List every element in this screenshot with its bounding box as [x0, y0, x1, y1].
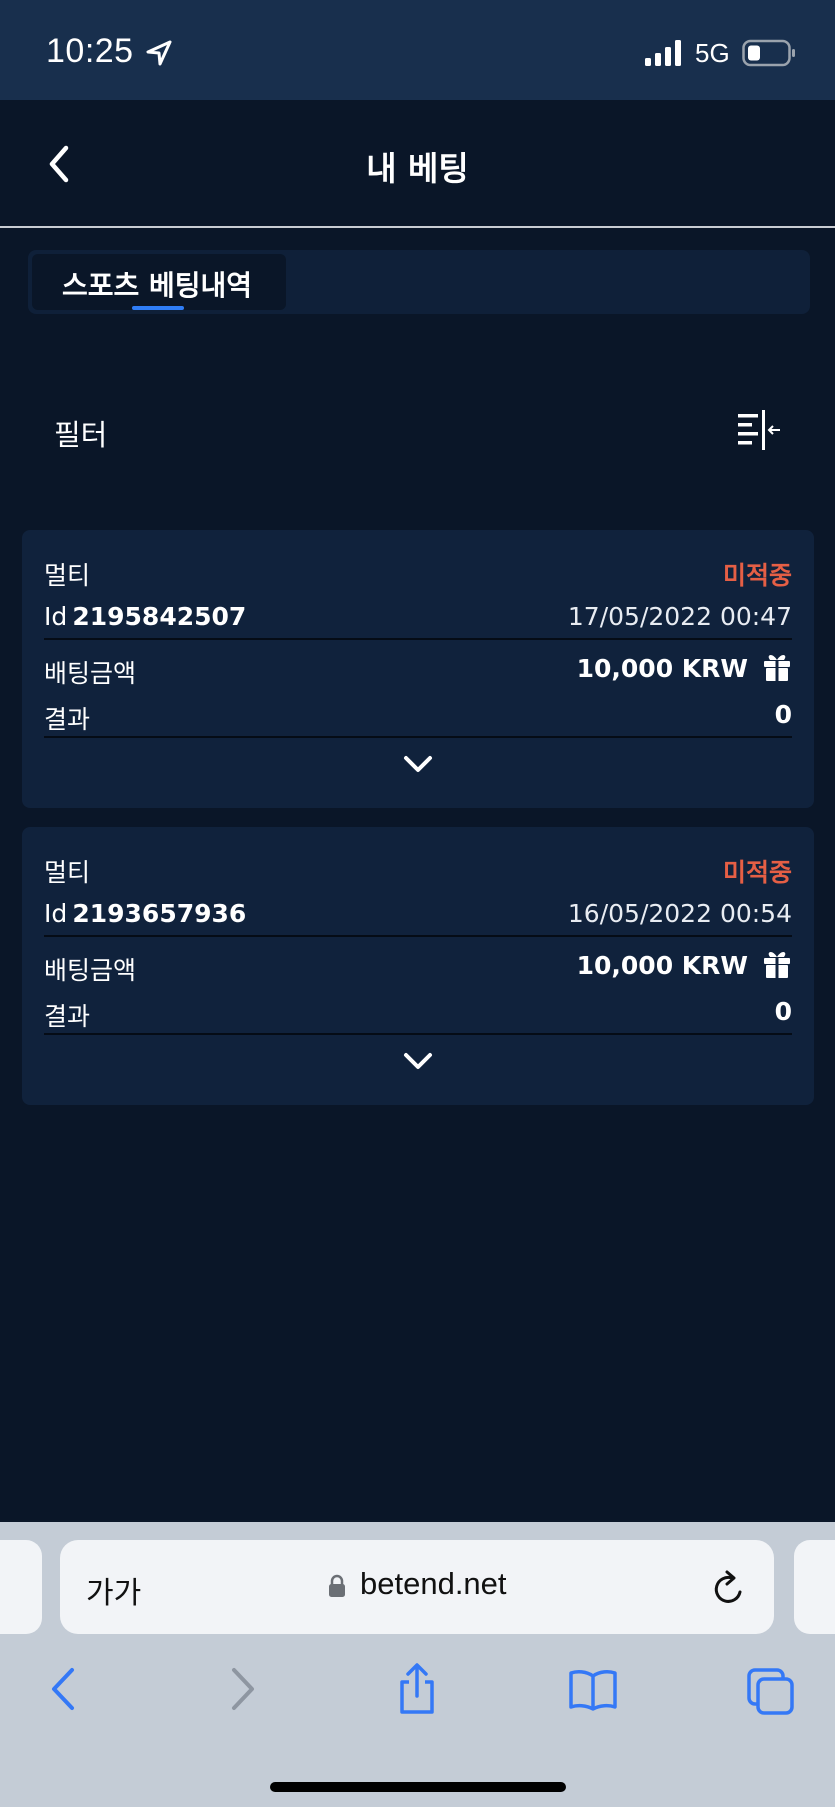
stake-label: 배팅금액 — [44, 956, 137, 985]
bet-date: 16/05/2022 00:54 — [567, 899, 792, 928]
page-title: 내 베팅 — [366, 149, 469, 188]
text-size-button[interactable]: 가가 — [86, 1568, 141, 1612]
stake-value: 10,000 KRW — [576, 951, 748, 980]
bet-card: 멀티 미적중 Id 2193657936 16/05/2022 00:54 배팅… — [22, 827, 814, 1105]
status-time: 10:25 — [46, 32, 134, 70]
tabs-icon[interactable] — [746, 1662, 796, 1716]
tab-active-indicator — [132, 306, 184, 310]
tab-label: 스포츠 베팅내역 — [62, 269, 253, 302]
expand-chevron-icon[interactable] — [400, 1047, 436, 1075]
status-bar: 10:25 5G — [0, 0, 835, 100]
result-label: 결과 — [44, 705, 91, 734]
bet-status: 미적중 — [722, 858, 792, 887]
bet-id: Id 2193657936 — [44, 899, 246, 928]
divider — [44, 638, 792, 640]
address-bar[interactable]: 가가 betend.net — [60, 1540, 774, 1634]
divider — [44, 935, 792, 937]
result-value: 0 — [774, 997, 792, 1026]
forward-arrow-icon[interactable] — [218, 1662, 268, 1716]
expand-chevron-icon[interactable] — [400, 750, 436, 778]
app-header: 내 베팅 — [0, 100, 835, 228]
network-label: 5G — [695, 38, 730, 68]
back-arrow-icon[interactable] — [38, 1662, 88, 1716]
tab-sports-history[interactable]: 스포츠 베팅내역 — [32, 254, 286, 310]
filter-collapse-icon[interactable] — [736, 410, 782, 452]
reload-icon[interactable] — [710, 1568, 748, 1608]
browser-toolbar: 가가 betend.net — [0, 1522, 835, 1807]
gift-icon — [764, 952, 790, 978]
signal-bars-icon — [645, 40, 681, 66]
home-indicator — [270, 1782, 566, 1792]
url-text: betend.net — [360, 1566, 507, 1601]
next-tab-preview[interactable] — [794, 1540, 835, 1634]
bet-card: 멀티 미적중 Id 2195842507 17/05/2022 00:47 배팅… — [22, 530, 814, 808]
bet-id: Id 2195842507 — [44, 602, 246, 631]
bet-date: 17/05/2022 00:47 — [567, 602, 792, 631]
filter-label: 필터 — [54, 418, 108, 452]
bet-id-value: 2195842507 — [72, 602, 247, 631]
share-icon[interactable] — [392, 1662, 442, 1716]
bet-type: 멀티 — [44, 858, 91, 887]
stake-label: 배팅금액 — [44, 659, 137, 688]
stake-value: 10,000 KRW — [576, 654, 748, 683]
battery-icon — [742, 39, 795, 67]
bet-id-value: 2193657936 — [72, 899, 247, 928]
bet-status: 미적중 — [722, 561, 792, 590]
gift-icon — [764, 655, 790, 681]
bookmarks-icon[interactable] — [568, 1662, 618, 1716]
result-label: 결과 — [44, 1002, 91, 1031]
divider — [44, 736, 792, 738]
bet-id-prefix: Id — [44, 899, 68, 928]
lock-icon — [329, 1574, 345, 1597]
previous-tab-preview[interactable] — [0, 1540, 42, 1634]
result-value: 0 — [774, 700, 792, 729]
divider — [44, 1033, 792, 1035]
bet-id-prefix: Id — [44, 602, 68, 631]
location-arrow-icon — [146, 40, 172, 66]
tab-bar: 스포츠 베팅내역 — [28, 250, 810, 314]
bet-type: 멀티 — [44, 561, 91, 590]
